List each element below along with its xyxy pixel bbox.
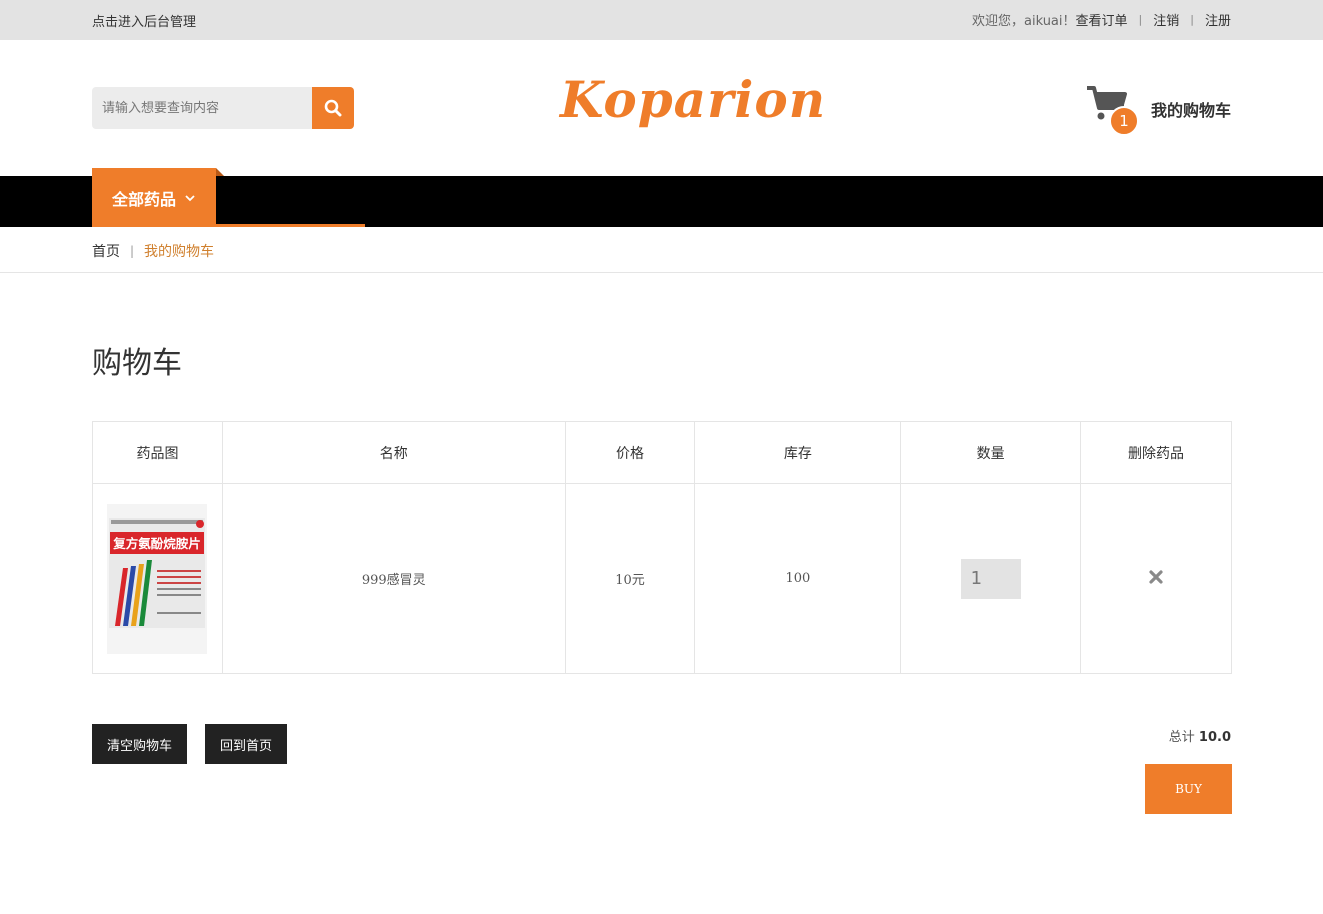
product-image[interactable]: 复方氨酚烷胺片 xyxy=(107,503,208,654)
logo[interactable]: Koparion xyxy=(560,70,826,129)
breadcrumb-separator: | xyxy=(130,244,135,258)
breadcrumb-home[interactable]: 首页 xyxy=(92,241,120,261)
logout-link[interactable]: 注销 xyxy=(1153,10,1179,29)
separator: | xyxy=(1138,13,1143,26)
chevron-down-icon xyxy=(185,194,195,201)
column-header: 名称 xyxy=(221,421,566,484)
column-header: 价格 xyxy=(564,421,696,484)
breadcrumb-current: 我的购物车 xyxy=(144,244,215,260)
user-menu: 欢迎您，aikuai！ 查看订单 | 注销 | 注册 xyxy=(972,10,1231,29)
product-package-title: 复方氨酚烷胺片 xyxy=(113,536,202,551)
product-price: 10元 xyxy=(564,483,696,674)
column-header: 药品图 xyxy=(92,421,223,484)
cart-count-badge: 1 xyxy=(1108,106,1139,136)
cart-label: 我的购物车 xyxy=(1150,101,1231,120)
quantity-input[interactable] xyxy=(960,558,1021,599)
table-header-row: 药品图 名称 价格 库存 数量 删除药品 xyxy=(92,421,1232,484)
register-link[interactable]: 注册 xyxy=(1205,10,1231,29)
remove-item-button[interactable] xyxy=(1149,567,1163,590)
close-icon xyxy=(1149,570,1163,584)
search-button[interactable] xyxy=(312,87,354,129)
orders-link[interactable]: 查看订单 xyxy=(1076,10,1128,29)
top-bar: 点击进入后台管理 欢迎您，aikuai！ 查看订单 | 注销 | 注册 xyxy=(0,0,1323,40)
cart-icon: 1 xyxy=(1085,84,1141,136)
category-label: 全部药品 xyxy=(111,189,176,209)
buy-button[interactable]: BUY xyxy=(1145,764,1232,814)
clear-cart-button[interactable]: 清空购物车 xyxy=(92,724,187,764)
product-stock: 100 xyxy=(694,483,902,674)
category-menu-button[interactable]: 全部药品 xyxy=(92,168,224,227)
cart-table: 药品图 名称 价格 库存 数量 删除药品 复方氨酚烷胺片 999感冒灵 10元 … xyxy=(92,421,1232,674)
product-image-cell: 复方氨酚烷胺片 xyxy=(92,483,223,674)
welcome-text: 欢迎您，aikuai！ xyxy=(971,14,1076,29)
separator: | xyxy=(1190,13,1194,26)
search-icon xyxy=(324,99,342,117)
column-header: 库存 xyxy=(694,421,902,484)
divider xyxy=(0,272,1323,273)
total-value: 10.0 xyxy=(1198,730,1231,745)
nav-accent-line xyxy=(216,224,365,227)
column-header: 数量 xyxy=(900,421,1082,484)
search-box xyxy=(92,87,354,129)
cart-total: 总计 10.0 xyxy=(1169,726,1231,745)
table-row: 复方氨酚烷胺片 999感冒灵 10元 100 xyxy=(92,483,1232,674)
search-input[interactable] xyxy=(92,87,312,129)
breadcrumb: 首页 | 我的购物车 xyxy=(92,241,214,261)
total-label: 总计 xyxy=(1168,730,1195,745)
admin-link[interactable]: 点击进入后台管理 xyxy=(92,11,196,30)
product-name[interactable]: 999感冒灵 xyxy=(221,483,566,674)
remove-cell xyxy=(1080,483,1232,674)
quantity-cell xyxy=(900,483,1082,674)
column-header: 删除药品 xyxy=(1080,421,1232,484)
back-home-button[interactable]: 回到首页 xyxy=(205,724,287,764)
page-title: 购物车 xyxy=(92,346,182,381)
cart-button[interactable]: 1 我的购物车 xyxy=(1085,84,1231,136)
